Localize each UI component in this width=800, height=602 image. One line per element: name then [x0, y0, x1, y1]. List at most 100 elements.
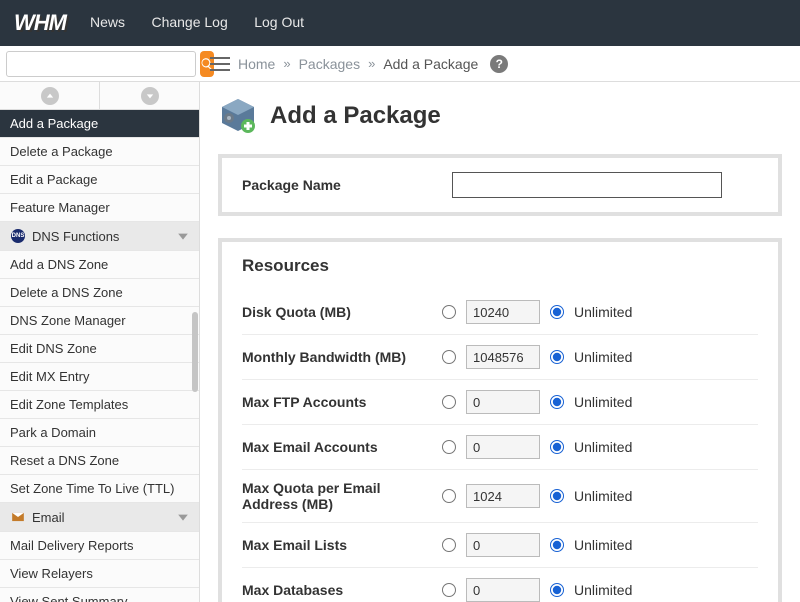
resource-label: Max FTP Accounts: [242, 394, 442, 410]
package-icon: [218, 96, 258, 136]
resource-radio-unlimited[interactable]: [550, 538, 564, 552]
resources-title: Resources: [242, 256, 758, 276]
sidebar-header-label: DNS Functions: [32, 229, 119, 244]
sidebar-item-label: Delete a DNS Zone: [10, 285, 123, 300]
unlimited-label: Unlimited: [574, 582, 632, 598]
sidebar-item-label: Feature Manager: [10, 200, 110, 215]
resource-value-input[interactable]: [466, 300, 540, 324]
unlimited-label: Unlimited: [574, 304, 632, 320]
resource-value-input[interactable]: [466, 578, 540, 602]
breadcrumb-sep: »: [368, 56, 375, 71]
nav-changelog[interactable]: Change Log: [151, 14, 227, 30]
page-header: Add a Package: [218, 96, 782, 136]
sidebar-item-delete-package[interactable]: Delete a Package: [0, 138, 199, 166]
resource-radio-value[interactable]: [442, 440, 456, 454]
sidebar-item-label: Edit a Package: [10, 172, 97, 187]
resource-radio-value[interactable]: [442, 305, 456, 319]
package-name-label: Package Name: [242, 177, 422, 193]
sidebar-item-label: Park a Domain: [10, 425, 96, 440]
sidebar-item-label: Edit Zone Templates: [10, 397, 128, 412]
sidebar-item-label: Add a DNS Zone: [10, 257, 108, 272]
unlimited-label: Unlimited: [574, 488, 632, 504]
resources-panel: Resources Disk Quota (MB)UnlimitedMonthl…: [218, 238, 782, 602]
resource-value-input[interactable]: [466, 345, 540, 369]
resource-controls: Unlimited: [442, 345, 632, 369]
sidebar-item-label: Delete a Package: [10, 144, 113, 159]
chevron-down-icon: [146, 92, 154, 100]
sidebar-item-label: View Relayers: [10, 566, 93, 581]
sidebar-item-dns-zone-manager[interactable]: DNS Zone Manager: [0, 307, 199, 335]
sidebar-item-park-domain[interactable]: Park a Domain: [0, 419, 199, 447]
search-input[interactable]: [6, 51, 196, 77]
resource-radio-unlimited[interactable]: [550, 350, 564, 364]
help-icon[interactable]: ?: [490, 55, 508, 73]
resource-value-input[interactable]: [466, 435, 540, 459]
resource-radio-unlimited[interactable]: [550, 305, 564, 319]
resource-row: Monthly Bandwidth (MB) Unlimited: [242, 335, 758, 380]
breadcrumb-current: Add a Package: [383, 56, 478, 72]
collapse-up-button[interactable]: [0, 82, 100, 109]
chevron-up-icon: [46, 92, 54, 100]
resource-controls: Unlimited: [442, 300, 632, 324]
resource-row: Max Email AccountsUnlimited: [242, 425, 758, 470]
breadcrumb-packages[interactable]: Packages: [299, 56, 360, 72]
sidebar-item-label: Mail Delivery Reports: [10, 538, 134, 553]
unlimited-label: Unlimited: [574, 537, 632, 553]
email-icon: [10, 509, 26, 525]
sidebar-item-add-package[interactable]: Add a Package: [0, 110, 199, 138]
resource-radio-unlimited[interactable]: [550, 583, 564, 597]
resource-row: Max Databases Unlimited: [242, 568, 758, 602]
breadcrumb-sep: »: [283, 56, 290, 71]
sidebar-item-label: DNS Zone Manager: [10, 313, 126, 328]
resource-controls: Unlimited: [442, 435, 632, 459]
sidebar-item-edit-dns-zone[interactable]: Edit DNS Zone: [0, 335, 199, 363]
sidebar-item-add-dns-zone[interactable]: Add a DNS Zone: [0, 251, 199, 279]
resource-controls: Unlimited: [442, 484, 632, 508]
sidebar-item-edit-mx-entry[interactable]: Edit MX Entry: [0, 363, 199, 391]
sidebar-item-label: Reset a DNS Zone: [10, 453, 119, 468]
collapse-down-button[interactable]: [100, 82, 199, 109]
resource-label: Max Email Lists: [242, 537, 442, 553]
resource-label: Max Databases: [242, 582, 442, 598]
sidebar-item-reset-dns-zone[interactable]: Reset a DNS Zone: [0, 447, 199, 475]
chevron-down-icon: [177, 511, 189, 523]
sidebar-item-mail-delivery-reports[interactable]: Mail Delivery Reports: [0, 532, 199, 560]
search-wrap: [0, 47, 200, 81]
sidebar-item-edit-package[interactable]: Edit a Package: [0, 166, 199, 194]
sidebar-item-view-sent-summary[interactable]: View Sent Summary: [0, 588, 199, 602]
sidebar-item-set-zone-ttl[interactable]: Set Zone Time To Live (TTL): [0, 475, 199, 503]
resource-radio-unlimited[interactable]: [550, 440, 564, 454]
sidebar-header-email[interactable]: Email: [0, 503, 199, 532]
breadcrumb-home[interactable]: Home: [238, 56, 275, 72]
resource-radio-value[interactable]: [442, 538, 456, 552]
unlimited-label: Unlimited: [574, 439, 632, 455]
resource-value-input[interactable]: [466, 533, 540, 557]
sidebar-item-edit-zone-templates[interactable]: Edit Zone Templates: [0, 391, 199, 419]
resource-radio-value[interactable]: [442, 489, 456, 503]
sidebar-item-label: Set Zone Time To Live (TTL): [10, 481, 175, 496]
sidebar-item-view-relayers[interactable]: View Relayers: [0, 560, 199, 588]
sidebar-header-dns[interactable]: DNS DNS Functions: [0, 222, 199, 251]
resource-label: Monthly Bandwidth (MB): [242, 349, 442, 365]
resource-value-input[interactable]: [466, 390, 540, 414]
resource-value-input[interactable]: [466, 484, 540, 508]
resource-radio-unlimited[interactable]: [550, 395, 564, 409]
sidebar-item-label: Edit DNS Zone: [10, 341, 97, 356]
sidebar-item-delete-dns-zone[interactable]: Delete a DNS Zone: [0, 279, 199, 307]
unlimited-label: Unlimited: [574, 349, 632, 365]
sidebar-item-feature-manager[interactable]: Feature Manager: [0, 194, 199, 222]
resource-radio-value[interactable]: [442, 583, 456, 597]
resource-radio-unlimited[interactable]: [550, 489, 564, 503]
menu-toggle-icon[interactable]: [210, 57, 230, 71]
breadcrumb: Home » Packages » Add a Package ?: [200, 55, 800, 73]
scrollbar-thumb[interactable]: [192, 312, 198, 392]
main-content: Add a Package Package Name Resources Dis…: [200, 82, 800, 602]
sidebar: Add a Package Delete a Package Edit a Pa…: [0, 82, 200, 602]
resource-radio-value[interactable]: [442, 395, 456, 409]
resource-radio-value[interactable]: [442, 350, 456, 364]
nav-logout[interactable]: Log Out: [254, 14, 304, 30]
nav-news[interactable]: News: [90, 14, 125, 30]
package-name-input[interactable]: [452, 172, 722, 198]
unlimited-label: Unlimited: [574, 394, 632, 410]
package-name-panel: Package Name: [218, 154, 782, 216]
